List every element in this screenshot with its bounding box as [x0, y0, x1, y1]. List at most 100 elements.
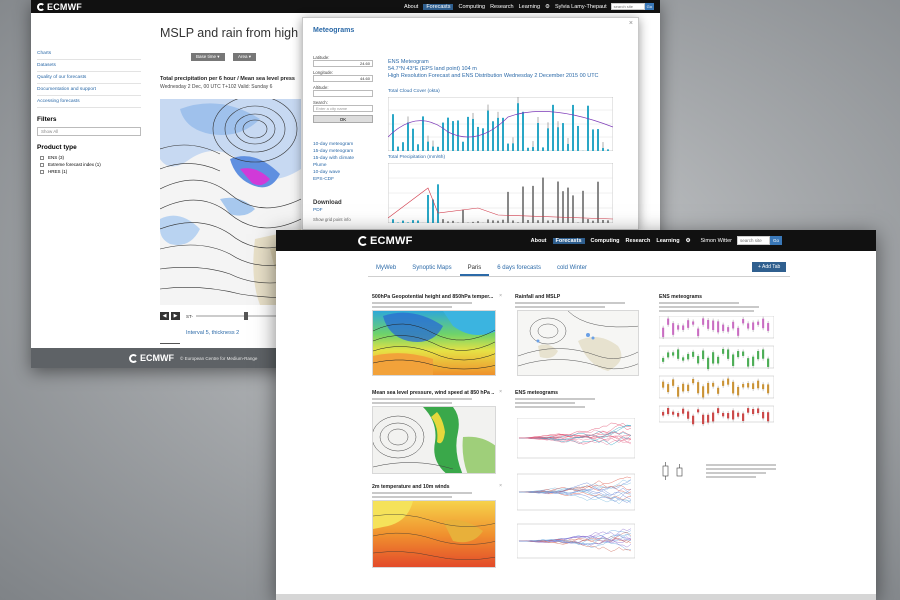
- cloud-cover-bar: [542, 147, 544, 151]
- mslp-wind-map[interactable]: [372, 406, 496, 474]
- precipitation-bar: [542, 177, 544, 223]
- link-10-day-wave[interactable]: 10-day wave: [313, 170, 354, 175]
- ens-plume-charts[interactable]: [517, 418, 635, 573]
- filter-input[interactable]: Show All: [37, 127, 141, 136]
- front-logo[interactable]: ECMWF: [358, 235, 413, 247]
- precipitation-bar: [527, 220, 529, 223]
- geopotential-map[interactable]: [372, 310, 496, 376]
- legend-glyphs-graphic: [662, 462, 683, 480]
- sidebar-item-datasets[interactable]: Datasets: [37, 60, 141, 72]
- cloud-cover-bar: [587, 105, 589, 151]
- sidebar-item-accessing[interactable]: Accessing forecasts: [37, 96, 141, 108]
- nav-research[interactable]: Research: [490, 4, 514, 10]
- filters-heading: Filters: [37, 116, 57, 123]
- precipitation-bar: [532, 185, 534, 223]
- mslp-wind-map-graphic: [373, 407, 495, 473]
- geopotential-map-graphic: [373, 311, 495, 375]
- sidebar-item-charts[interactable]: Charts: [37, 48, 141, 60]
- search-go-button[interactable]: Go: [644, 3, 654, 10]
- cloud-cover-bar: [447, 117, 449, 151]
- cloud-cover-bar: [532, 147, 534, 151]
- card-title: ENS meteograms: [515, 390, 558, 396]
- nav-learning[interactable]: Learning: [519, 4, 540, 10]
- card-geopotential: 500hPa Geopotential height and 850hPa te…: [372, 293, 502, 310]
- gear-icon[interactable]: ⚙: [545, 4, 550, 10]
- front-browser-window: ECMWF About Forecasts Computing Research…: [276, 230, 876, 600]
- site-search-input[interactable]: search site: [610, 3, 645, 10]
- legend-text: [706, 464, 776, 480]
- close-icon[interactable]: ×: [499, 389, 502, 395]
- cloud-cover-bar: [417, 144, 419, 151]
- checkbox[interactable]: [40, 162, 44, 167]
- plume-chart-1: [517, 418, 635, 459]
- meteogram-type-links: 10-day meteogram 15-day meteogram 15-day…: [313, 142, 354, 184]
- gear-icon[interactable]: ⚙: [686, 238, 691, 244]
- nav-forecasts[interactable]: Forecasts: [423, 3, 454, 10]
- longitude-input[interactable]: 44.60: [313, 75, 373, 82]
- cloud-cover-bar: [487, 110, 489, 151]
- area-dropdown[interactable]: Area ▾: [233, 53, 257, 61]
- chart-header-text: [515, 302, 645, 308]
- ok-button[interactable]: OK: [313, 115, 373, 123]
- city-search-input[interactable]: Enter a city name: [313, 105, 373, 112]
- tab-6-days-forecasts[interactable]: 6 days forecasts: [489, 265, 549, 276]
- base-time-dropdown[interactable]: Base time ▾: [191, 53, 225, 61]
- sidebar-item-quality[interactable]: Quality of our forecasts: [37, 72, 141, 84]
- search-go-button[interactable]: Go: [769, 236, 782, 245]
- altitude-input[interactable]: [313, 90, 373, 97]
- timeline-slider[interactable]: [196, 311, 287, 321]
- nav-computing[interactable]: Computing: [591, 238, 620, 244]
- nav-about[interactable]: About: [531, 238, 547, 244]
- precipitation-bar: [472, 221, 474, 223]
- user-name[interactable]: Sylvia Lamy-Thepaut: [555, 4, 607, 10]
- user-name[interactable]: Simon Witter: [701, 238, 732, 244]
- latitude-input[interactable]: 24.60: [313, 60, 373, 67]
- product-type-hres[interactable]: HRES (1): [40, 169, 141, 174]
- rainfall-map[interactable]: [517, 310, 639, 376]
- cloud-cover-bar: [567, 143, 569, 151]
- interval-link[interactable]: Interval 5, thickness 2: [186, 330, 239, 336]
- product-type-efi[interactable]: Extreme forecast index (1): [40, 162, 141, 167]
- precipitation-bar: [587, 219, 589, 223]
- nav-forecasts[interactable]: Forecasts: [552, 237, 585, 244]
- cloud-cover-bar: [462, 141, 464, 151]
- card-title: 500hPa Geopotential height and 850hPa te…: [372, 294, 494, 300]
- tab-cold-winter[interactable]: cold Winter: [549, 265, 595, 276]
- checkbox[interactable]: [40, 155, 44, 160]
- product-type-ens[interactable]: ENS (3): [40, 155, 141, 160]
- link-10-day-meteogram[interactable]: 10-day meteogram: [313, 142, 354, 147]
- nav-about[interactable]: About: [404, 4, 418, 10]
- back-topbar: ECMWF About Forecasts Computing Research…: [31, 0, 660, 13]
- close-icon[interactable]: ×: [499, 293, 502, 299]
- download-pdf-link[interactable]: PDF: [313, 208, 351, 213]
- precipitation-bar: [437, 184, 439, 223]
- prev-icon[interactable]: ◀: [160, 312, 169, 320]
- link-15-day-climate[interactable]: 15-day with climate: [313, 156, 354, 161]
- link-plume[interactable]: Plume: [313, 163, 354, 168]
- temperature-map[interactable]: [372, 500, 496, 568]
- checkbox[interactable]: [40, 169, 44, 174]
- precipitation-bar: [592, 220, 594, 223]
- sidebar-item-documentation[interactable]: Documentation and support: [37, 84, 141, 96]
- nav-computing[interactable]: Computing: [458, 4, 485, 10]
- cloud-cover-bar: [412, 128, 414, 151]
- back-logo[interactable]: ECMWF: [37, 2, 82, 12]
- ens-meteogram-strip[interactable]: [659, 316, 774, 441]
- nav-learning[interactable]: Learning: [656, 238, 679, 244]
- link-15-day-meteogram[interactable]: 15-day meteogram: [313, 149, 354, 154]
- site-search-input[interactable]: search site: [736, 236, 770, 245]
- tab-synoptic-maps[interactable]: Synoptic Maps: [404, 265, 459, 276]
- cloud-cover-bar: [432, 146, 434, 151]
- close-icon[interactable]: ×: [499, 483, 502, 489]
- nav-research[interactable]: Research: [626, 238, 651, 244]
- tab-paris[interactable]: Paris: [459, 265, 490, 276]
- grid-point-info[interactable]: Show grid point info: [313, 217, 351, 222]
- precipitation-chart: [388, 163, 613, 223]
- next-icon[interactable]: ▶: [171, 312, 180, 320]
- add-tab-button[interactable]: + Add Tab: [752, 262, 787, 272]
- cloud-cover-bar: [402, 142, 404, 151]
- tab-myweb[interactable]: MyWeb: [368, 265, 404, 276]
- front-topbar: ECMWF About Forecasts Computing Research…: [276, 230, 876, 251]
- close-icon[interactable]: ×: [629, 20, 633, 27]
- link-eps-cdf[interactable]: EPS-CDF: [313, 177, 354, 182]
